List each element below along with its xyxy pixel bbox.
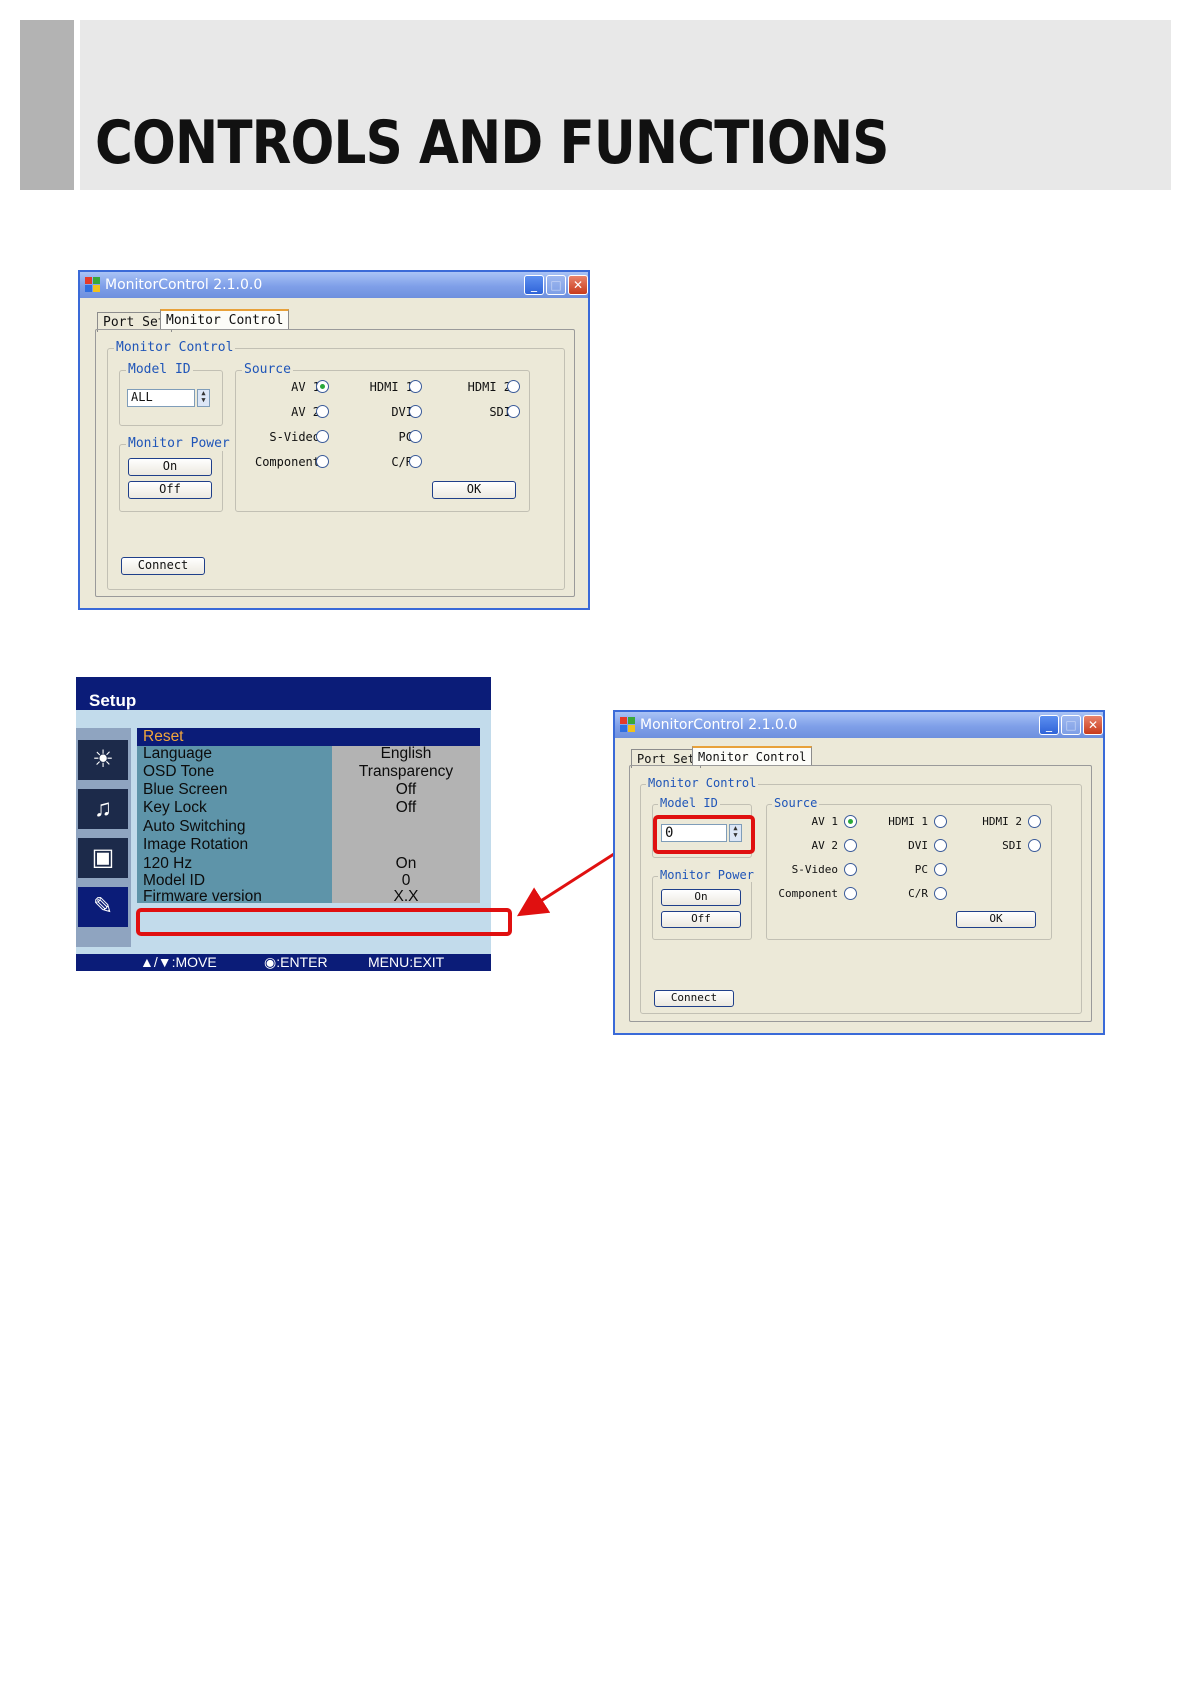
source-label-dvi: DVI	[908, 839, 928, 852]
power-off-button[interactable]: Off	[661, 911, 741, 928]
connect-button[interactable]: Connect	[654, 990, 734, 1007]
model-id-legend: Model ID	[658, 796, 720, 810]
source-label-av2: AV 2	[811, 839, 839, 852]
radio-sdi[interactable]	[1028, 839, 1041, 852]
monitor-power-legend: Monitor Power	[658, 868, 756, 882]
radio-dvi[interactable]	[934, 839, 947, 852]
source-label-component: Component	[778, 887, 838, 900]
radio-hdmi2[interactable]	[1028, 815, 1041, 828]
maximize-icon[interactable]: □	[1061, 715, 1081, 735]
source-label-pc: PC	[914, 863, 928, 876]
source-label-hdmi2: HDMI 2	[982, 815, 1022, 828]
radio-svideo[interactable]	[844, 863, 857, 876]
source-legend: Source	[772, 796, 820, 810]
power-on-button[interactable]: On	[661, 889, 741, 906]
radio-av1[interactable]	[844, 815, 857, 828]
tab-monitor-control[interactable]: Monitor Control	[692, 746, 813, 766]
source-label-svideo: S-Video	[791, 863, 838, 876]
radio-cr[interactable]	[934, 887, 947, 900]
monitorcontrol-window-2: MonitorControl 2.1.0.0 _ □ ✕ Port Set Mo…	[613, 710, 1105, 1035]
title-bar[interactable]: MonitorControl 2.1.0.0 _ □ ✕	[615, 712, 1103, 738]
monitor-control-legend: Monitor Control	[646, 776, 759, 790]
source-label-av1: AV 1	[811, 815, 839, 828]
radio-av2[interactable]	[844, 839, 857, 852]
source-label-hdmi1: HDMI 1	[888, 815, 928, 828]
source-label-sdi: SDI	[1002, 839, 1022, 852]
radio-pc[interactable]	[934, 863, 947, 876]
app-icon	[620, 717, 636, 733]
window-title: MonitorControl 2.1.0.0	[640, 717, 798, 733]
radio-component[interactable]	[844, 887, 857, 900]
close-icon[interactable]: ✕	[1083, 715, 1103, 735]
ok-button[interactable]: OK	[956, 911, 1036, 928]
model-id-input-highlight-box	[653, 815, 755, 854]
minimize-icon[interactable]: _	[1039, 715, 1059, 735]
monitor-power-group	[652, 876, 752, 940]
radio-hdmi1[interactable]	[934, 815, 947, 828]
source-label-cr: C/R	[908, 887, 928, 900]
